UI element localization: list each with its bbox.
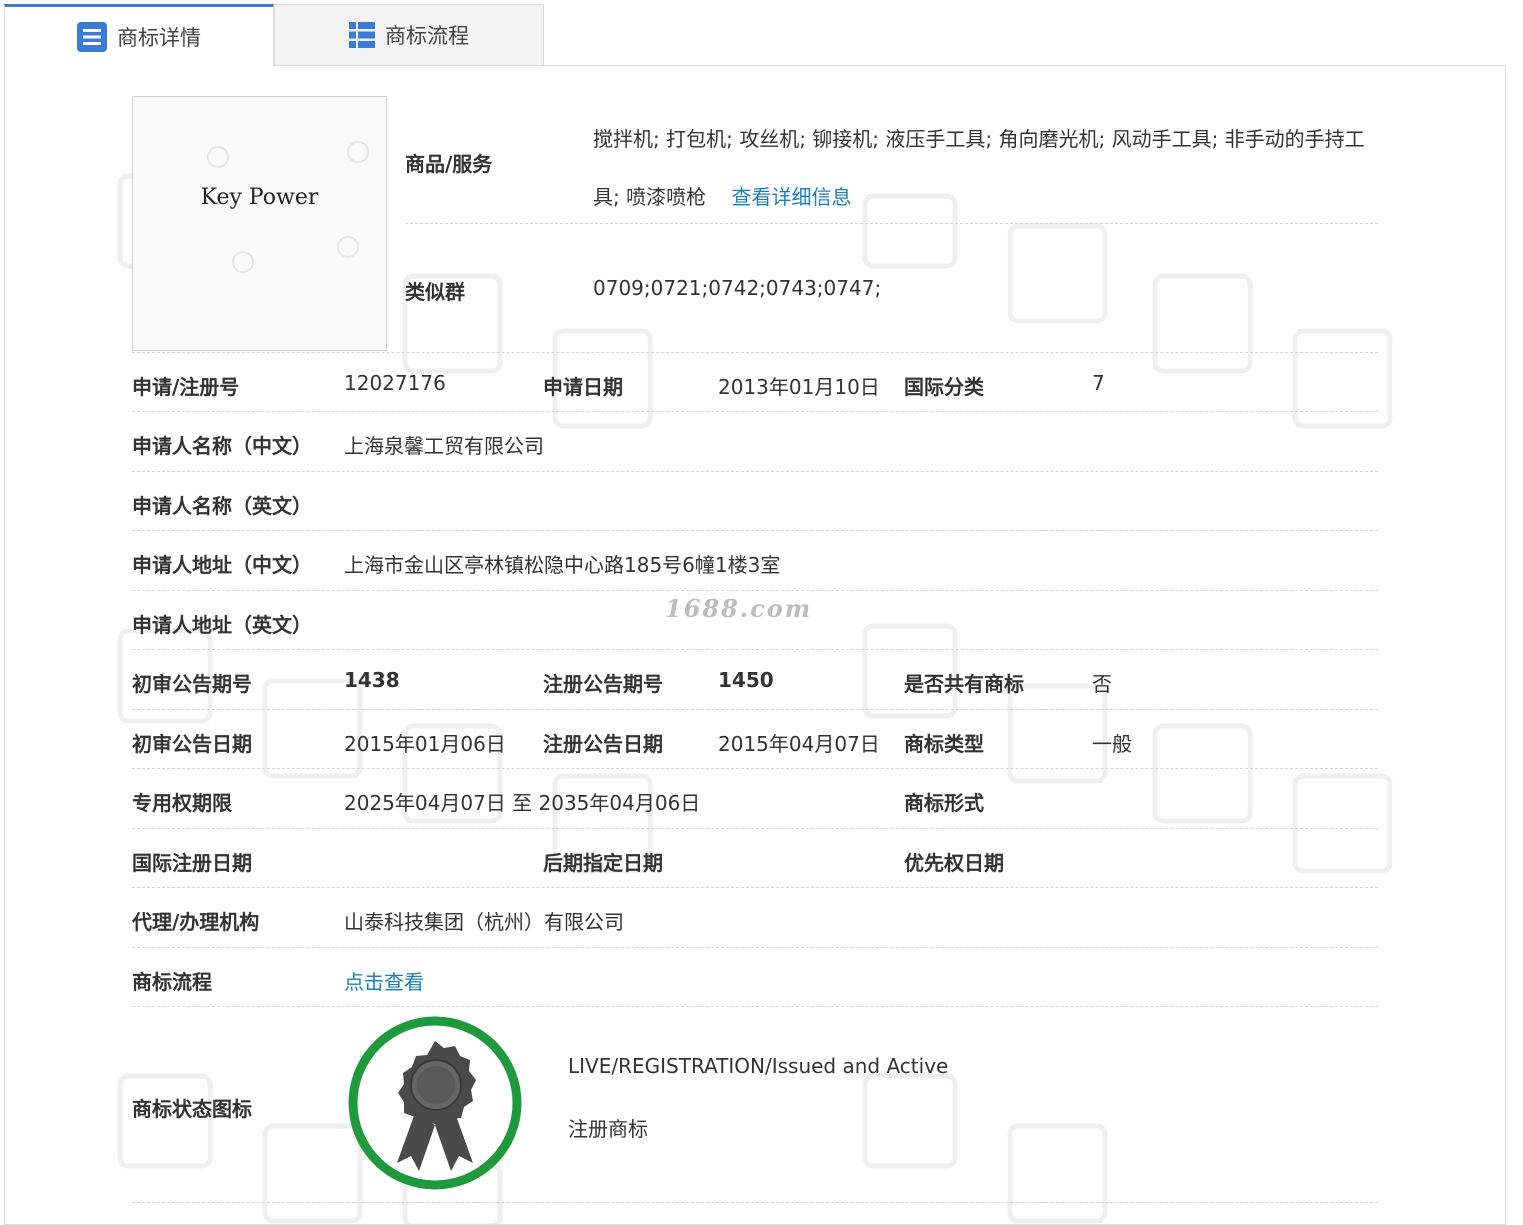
intl-class-value: 7 xyxy=(1092,371,1105,395)
divider xyxy=(132,649,1378,650)
divider xyxy=(132,352,1378,353)
tab-bar: 商标详情 商标流程 xyxy=(4,4,544,66)
tab-label: 商标详情 xyxy=(117,25,201,50)
similar-group-value: 0709;0721;0742;0743;0747; xyxy=(593,276,882,300)
registered-badge-icon xyxy=(348,1016,522,1190)
divider xyxy=(132,590,1378,591)
shared-value: 否 xyxy=(1092,672,1112,696)
tab-label: 商标流程 xyxy=(385,24,469,48)
address-en-label: 申请人地址（英文） xyxy=(132,613,312,637)
applicant-en-label: 申请人名称（英文） xyxy=(132,494,312,518)
agent-value: 山泰科技集团（杭州）有限公司 xyxy=(344,910,624,934)
site-watermark: 1688.com xyxy=(665,594,813,623)
goods-items: 搅拌机; 打包机; 攻丝机; 铆接机; 液压手工具; 角向磨光机; 风动手工具;… xyxy=(593,127,1365,209)
trademark-image: Key Power xyxy=(132,96,387,351)
reg-pub-no-value: 1450 xyxy=(718,668,774,692)
later-date-label: 后期指定日期 xyxy=(543,851,663,875)
similar-group-label: 类似群 xyxy=(405,280,465,304)
divider xyxy=(132,471,1378,472)
exclusive-value: 2025年04月07日 至 2035年04月06日 xyxy=(344,791,701,815)
status-icon-label: 商标状态图标 xyxy=(132,1097,252,1121)
reg-pub-no-label: 注册公告期号 xyxy=(543,672,663,696)
status-en: LIVE/REGISTRATION/Issued and Active xyxy=(568,1054,949,1078)
divider xyxy=(132,411,1378,412)
applicant-cn-label: 申请人名称（中文） xyxy=(132,434,312,458)
address-cn-value: 上海市金山区亭林镇松隐中心路185号6幢1楼3室 xyxy=(344,553,781,577)
grid-icon xyxy=(349,22,375,48)
apply-date-label: 申请日期 xyxy=(543,375,623,399)
tm-form-label: 商标形式 xyxy=(904,791,984,815)
view-details-link[interactable]: 查看详细信息 xyxy=(732,185,852,209)
agent-label: 代理/办理机构 xyxy=(132,910,260,934)
trademark-text: Key Power xyxy=(200,185,319,210)
prelim-no-value: 1438 xyxy=(344,668,400,692)
reg-pub-date-label: 注册公告日期 xyxy=(543,732,663,756)
image-watermark-icon xyxy=(207,141,369,273)
tab-trademark-details[interactable]: 商标详情 xyxy=(4,4,274,66)
divider xyxy=(132,530,1378,531)
exclusive-label: 专用权期限 xyxy=(132,791,232,815)
address-cn-label: 申请人地址（中文） xyxy=(132,553,312,577)
process-label: 商标流程 xyxy=(132,970,212,994)
divider xyxy=(132,709,1378,710)
view-process-link[interactable]: 点击查看 xyxy=(344,966,424,995)
divider xyxy=(132,947,1378,948)
divider xyxy=(132,768,1378,769)
list-icon xyxy=(77,21,107,52)
divider xyxy=(132,887,1378,888)
reg-no-label: 申请/注册号 xyxy=(132,375,240,399)
prelim-date-value: 2015年01月06日 xyxy=(344,732,506,756)
intl-reg-date-label: 国际注册日期 xyxy=(132,851,252,875)
divider xyxy=(405,223,1378,224)
goods-label: 商品/服务 xyxy=(405,152,493,176)
prelim-date-label: 初审公告日期 xyxy=(132,732,252,756)
applicant-cn-value: 上海泉馨工贸有限公司 xyxy=(344,434,544,458)
tab-trademark-process[interactable]: 商标流程 xyxy=(274,4,544,65)
intl-class-label: 国际分类 xyxy=(904,375,984,399)
prelim-no-label: 初审公告期号 xyxy=(132,672,252,696)
apply-date-value: 2013年01月10日 xyxy=(718,375,880,399)
details-panel: Key Power 商品/服务 搅拌机; 打包机; 攻丝机; 铆接机; 液压手工… xyxy=(4,65,1506,1225)
reg-pub-date-value: 2015年04月07日 xyxy=(718,732,880,756)
divider xyxy=(132,828,1378,829)
status-cn: 注册商标 xyxy=(568,1117,648,1141)
tm-type-value: 一般 xyxy=(1092,732,1132,756)
priority-date-label: 优先权日期 xyxy=(904,851,1004,875)
divider xyxy=(132,1006,1378,1007)
reg-no-value: 12027176 xyxy=(344,371,446,395)
shared-label: 是否共有商标 xyxy=(904,672,1024,696)
goods-list: 搅拌机; 打包机; 攻丝机; 铆接机; 液压手工具; 角向磨光机; 风动手工具;… xyxy=(593,110,1383,226)
tm-type-label: 商标类型 xyxy=(904,732,984,756)
divider xyxy=(132,1202,1378,1203)
